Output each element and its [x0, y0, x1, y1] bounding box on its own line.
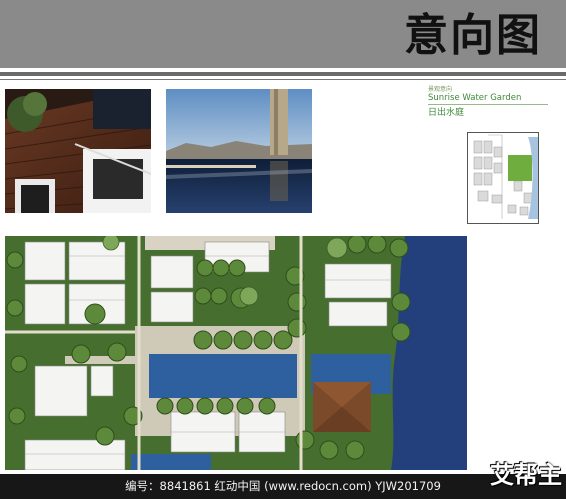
site-key-map — [467, 132, 539, 224]
photo-reflecting-pool — [166, 89, 312, 213]
garden-title-en: Sunrise Water Garden — [428, 93, 522, 103]
site-plan — [5, 236, 467, 470]
page-title: 意向图 — [404, 10, 542, 61]
header-rule — [0, 72, 566, 76]
watermark-logo: 艾帮主 — [490, 461, 562, 489]
garden-title-cn: 日出水庭 — [428, 108, 465, 118]
photo-wooden-deck-terrace — [5, 89, 151, 213]
footer-caption: 编号：8841861 红动中国 (www.redocn.com) YJW2017… — [125, 479, 441, 493]
header-thin-rule — [0, 79, 566, 80]
site-plan-illustration — [5, 236, 467, 470]
key-map-illustration — [468, 133, 538, 223]
reflecting-pool-illustration — [166, 89, 312, 213]
wooden-deck-illustration — [5, 89, 151, 213]
section-label: 景观意向 — [428, 86, 453, 93]
